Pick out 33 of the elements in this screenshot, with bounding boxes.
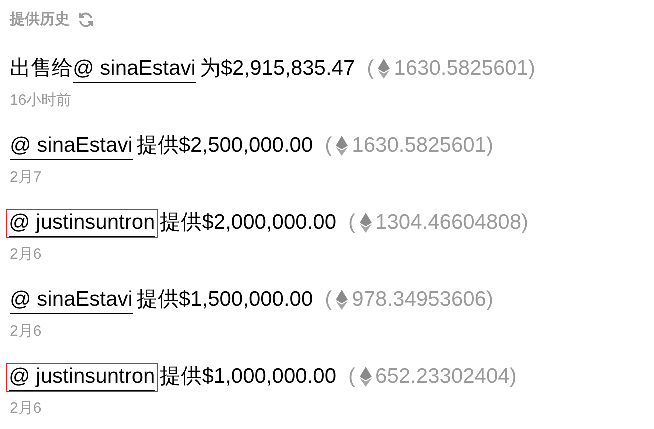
offer-time: 2月6	[10, 322, 43, 342]
ethereum-icon	[336, 136, 348, 156]
eth-paren: (	[348, 364, 356, 390]
eth-amount: 1630.5825601)	[394, 56, 536, 82]
offer-text: 提供$1,000,000.00	[160, 364, 337, 390]
ethereum-icon	[336, 290, 348, 310]
eth-amount: 1630.5825601)	[352, 133, 494, 160]
ethereum-icon	[360, 213, 372, 233]
ethereum-icon	[378, 59, 390, 79]
eth-amount: 652.23302404)	[376, 364, 517, 390]
refresh-icon[interactable]	[78, 12, 94, 28]
offer-time: 16小时前	[10, 91, 73, 111]
section-title: 提供历史	[10, 10, 70, 30]
offer-text: 提供$2,000,000.00	[160, 210, 337, 236]
user-link[interactable]: @ sinaEstavi	[10, 286, 133, 314]
eth-paren: (	[325, 287, 332, 314]
eth-amount: 978.34953606)	[352, 287, 494, 314]
offer-time: 2月6	[10, 399, 43, 419]
eth-paren: (	[348, 210, 356, 236]
user-link[interactable]: @ sinaEstavi	[73, 56, 196, 82]
ethereum-icon	[360, 367, 372, 387]
eth-paren: (	[367, 56, 374, 82]
offer-time: 2月7	[10, 168, 43, 188]
user-link[interactable]: @ justinsuntron	[9, 364, 156, 390]
offer-text: 提供$1,500,000.00	[136, 287, 314, 314]
eth-paren: (	[325, 133, 332, 160]
user-link[interactable]: @ justinsuntron	[9, 210, 156, 236]
offer-text: 为$2,915,835.47	[200, 56, 356, 82]
eth-amount: 1304.46604808)	[376, 210, 529, 236]
user-link[interactable]: @ sinaEstavi	[10, 132, 133, 160]
offer-text: 出售给	[10, 56, 73, 82]
offer-text: 提供$2,500,000.00	[136, 133, 314, 160]
offer-time: 2月6	[10, 245, 43, 265]
